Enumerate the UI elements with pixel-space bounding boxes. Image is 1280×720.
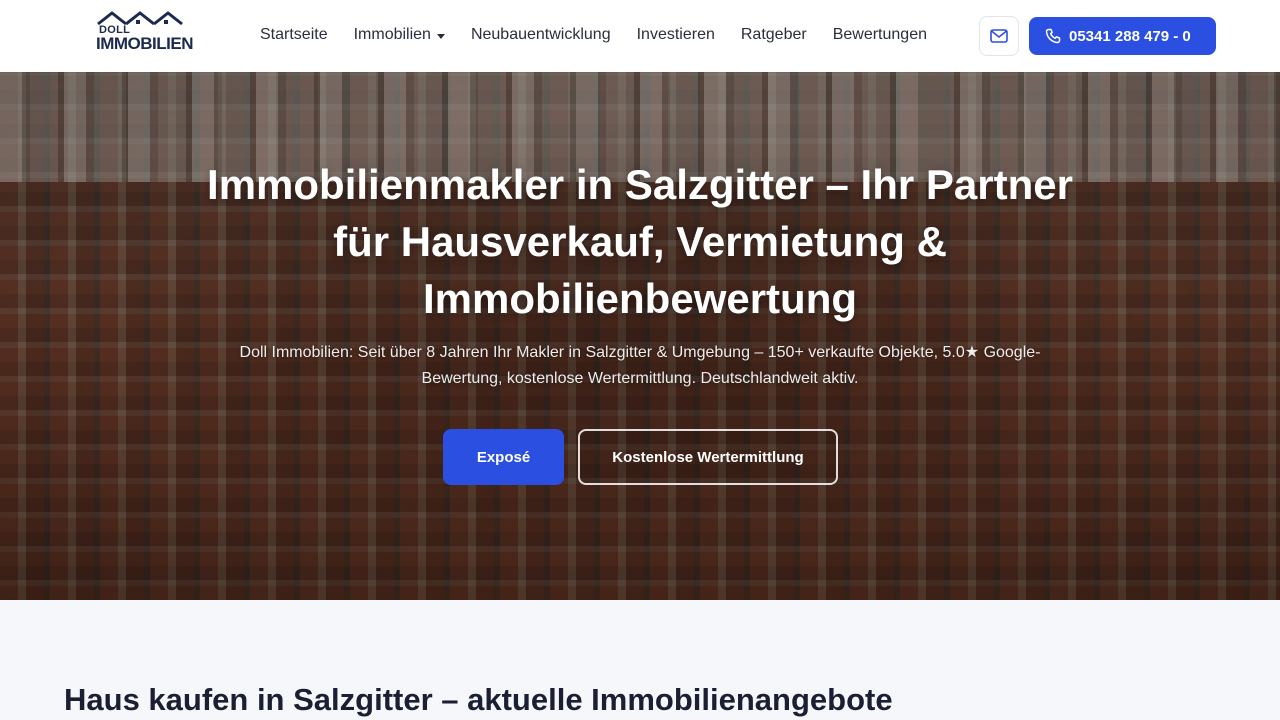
- main-nav: Startseite Immobilien Neubauentwicklung …: [260, 26, 927, 44]
- phone-icon: [1045, 28, 1061, 44]
- mail-button[interactable]: [979, 16, 1019, 56]
- nav-investieren[interactable]: Investieren: [637, 26, 715, 44]
- listings-heading: Haus kaufen in Salzgitter – aktuelle Imm…: [64, 682, 893, 717]
- wertermittlung-button[interactable]: Kostenlose Wertermittlung: [578, 429, 838, 485]
- nav-neubauentwicklung[interactable]: Neubauentwicklung: [471, 26, 611, 44]
- hero-title: Immobilienmakler in Salzgitter – Ihr Par…: [207, 161, 1073, 322]
- mail-icon: [990, 29, 1008, 43]
- nav-ratgeber-label: Ratgeber: [740, 26, 807, 43]
- nav-startseite-label: Startseite: [260, 26, 328, 43]
- hero-overlay: [0, 72, 1280, 600]
- hero-section: Immobilienmakler in Salzgitter – Ihr Par…: [0, 72, 1280, 600]
- nav-neubauentwicklung-label: Neubauentwicklung: [470, 26, 611, 43]
- nav-immobilien[interactable]: Immobilien: [354, 26, 445, 44]
- wertermittlung-button-label: Kostenlose Wertermittlung: [612, 448, 804, 466]
- listings-section: Haus kaufen in Salzgitter – aktuelle Imm…: [0, 600, 1280, 720]
- expose-button[interactable]: Exposé: [443, 429, 564, 485]
- expose-button-label: Exposé: [476, 448, 531, 466]
- nav-immobilien-label: Immobilien: [353, 26, 431, 43]
- logo[interactable]: DOLL IMMOBILIEN: [96, 10, 194, 56]
- site-header: DOLL IMMOBILIEN Startseite Immobilien Ne…: [0, 0, 1280, 72]
- nav-investieren-label: Investieren: [636, 26, 715, 43]
- phone-number-label: 05341 288 479 - 0: [1069, 27, 1191, 45]
- nav-ratgeber[interactable]: Ratgeber: [741, 26, 807, 44]
- phone-button[interactable]: 05341 288 479 - 0: [1029, 17, 1216, 55]
- nav-bewertungen-label: Bewertungen: [832, 26, 927, 43]
- nav-startseite[interactable]: Startseite: [260, 26, 328, 44]
- nav-bewertungen[interactable]: Bewertungen: [833, 26, 927, 44]
- logo-immobilien-text: IMMOBILIEN: [96, 34, 194, 53]
- chevron-down-icon: [436, 33, 445, 39]
- hero-subtitle: Doll Immobilien: Seit über 8 Jahren Ihr …: [239, 344, 1041, 387]
